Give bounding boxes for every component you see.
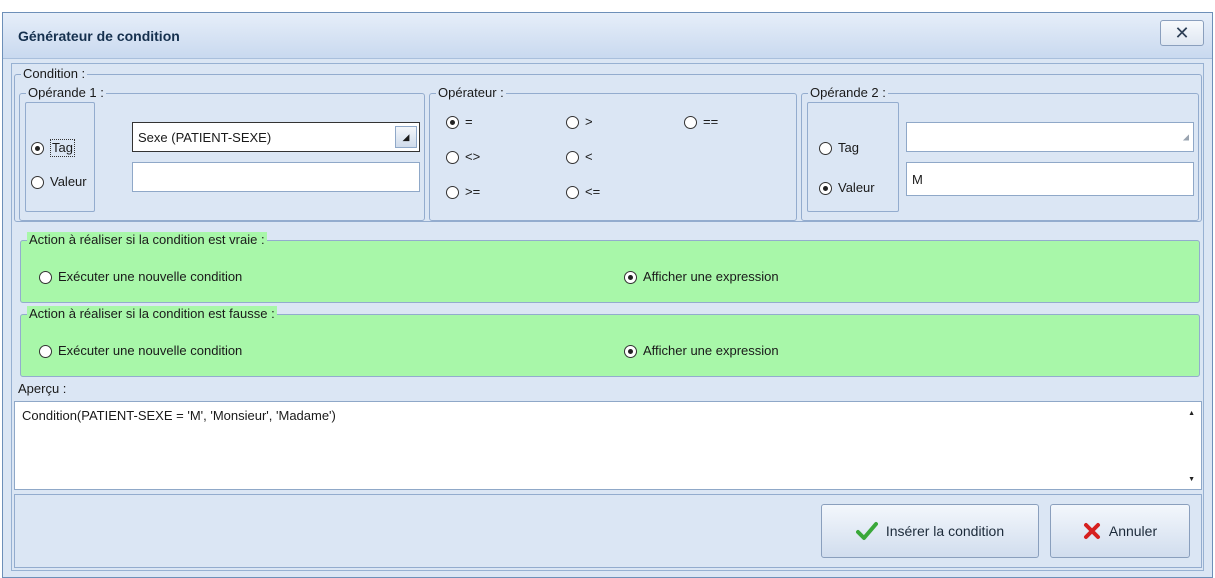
radio-unselected-icon xyxy=(684,115,697,129)
radio-unselected-icon xyxy=(819,141,832,155)
radio-unselected-icon xyxy=(566,185,579,199)
action-false-expression-radio[interactable]: Afficher une expression xyxy=(624,343,779,359)
cancel-x-icon xyxy=(1083,523,1100,539)
scroll-down-icon[interactable]: ▼ xyxy=(1188,476,1195,483)
operator-lt-radio[interactable]: < xyxy=(566,149,593,165)
scroll-up-icon[interactable]: ▲ xyxy=(1188,410,1195,417)
radio-unselected-icon xyxy=(39,344,52,358)
action-false-option1-label: Exécuter une nouvelle condition xyxy=(58,343,243,358)
action-false-group: Action à réaliser si la condition est fa… xyxy=(20,306,1200,377)
operator-le-radio[interactable]: <= xyxy=(566,184,600,200)
dialog-window: Générateur de condition ✕ Condition : Op… xyxy=(2,12,1213,578)
insert-condition-button[interactable]: Insérer la condition xyxy=(821,504,1039,558)
check-icon xyxy=(855,522,878,540)
operand2-group: Opérande 2 : Tag Valeur ◢ M xyxy=(801,85,1199,221)
action-true-new-condition-radio[interactable]: Exécuter une nouvelle condition xyxy=(39,269,242,285)
operand1-tag-label: Tag xyxy=(50,139,75,157)
operator-ge-radio[interactable]: >= xyxy=(446,184,480,200)
radio-unselected-icon xyxy=(566,115,579,129)
preview-text: Condition(PATIENT-SEXE = 'M', 'Monsieur'… xyxy=(22,408,336,423)
button-bar: Insérer la condition Annuler xyxy=(14,494,1202,568)
operator-gt-radio[interactable]: > xyxy=(566,114,593,130)
operator-group: Opérateur : = > == <> < >= <= xyxy=(429,85,797,221)
radio-selected-icon xyxy=(624,270,637,284)
condition-legend: Condition : xyxy=(21,66,88,82)
operand1-value-radio[interactable]: Valeur xyxy=(31,174,87,190)
operand2-value-input[interactable]: M xyxy=(906,162,1194,196)
cancel-button[interactable]: Annuler xyxy=(1050,504,1190,558)
operand2-tag-radio[interactable]: Tag xyxy=(819,140,859,156)
operand2-value-text: M xyxy=(912,171,923,187)
action-true-group: Action à réaliser si la condition est vr… xyxy=(20,232,1200,303)
operator-lt-label: < xyxy=(585,149,593,164)
operator-le-label: <= xyxy=(585,184,601,199)
action-true-option1-label: Exécuter une nouvelle condition xyxy=(58,269,243,284)
dialog-title: Générateur de condition xyxy=(18,28,180,44)
operand2-tag-combo[interactable]: ◢ xyxy=(906,122,1194,152)
operand1-group: Opérande 1 : Tag Valeur Sexe (PATIENT-SE… xyxy=(19,85,425,221)
operator-ge-label: >= xyxy=(465,184,481,199)
operand1-tag-combo[interactable]: Sexe (PATIENT-SEXE) ◢ xyxy=(132,122,420,152)
operand1-legend: Opérande 1 : xyxy=(26,85,106,101)
action-false-option2-label: Afficher une expression xyxy=(643,343,779,358)
dropdown-arrow-icon: ◢ xyxy=(1182,132,1189,142)
cancel-label: Annuler xyxy=(1108,523,1158,539)
action-true-expression-radio[interactable]: Afficher une expression xyxy=(624,269,779,285)
dropdown-arrow-icon: ◢ xyxy=(395,126,417,148)
operator-eqeq-radio[interactable]: == xyxy=(684,114,718,130)
operand2-value-radio[interactable]: Valeur xyxy=(819,180,875,196)
insert-condition-label: Insérer la condition xyxy=(885,523,1005,539)
action-false-legend: Action à réaliser si la condition est fa… xyxy=(27,306,277,322)
radio-unselected-icon xyxy=(31,175,44,189)
operand2-tag-label: Tag xyxy=(838,140,859,155)
title-bar: Générateur de condition ✕ xyxy=(3,13,1212,59)
operand1-radio-column xyxy=(25,102,95,212)
radio-selected-icon xyxy=(31,141,44,155)
operator-eq-radio[interactable]: = xyxy=(446,114,473,130)
radio-unselected-icon xyxy=(446,150,459,164)
operator-legend: Opérateur : xyxy=(436,85,506,101)
operand1-tag-combo-value: Sexe (PATIENT-SEXE) xyxy=(138,129,272,145)
operator-eqeq-label: == xyxy=(703,114,719,129)
dialog-content: Condition : Opérande 1 : Tag Valeur Sexe… xyxy=(11,63,1204,571)
radio-selected-icon xyxy=(819,181,832,195)
radio-unselected-icon xyxy=(39,270,52,284)
action-true-legend: Action à réaliser si la condition est vr… xyxy=(27,232,267,248)
operand1-value-label: Valeur xyxy=(50,174,87,189)
operand1-tag-radio[interactable]: Tag xyxy=(31,139,75,157)
radio-selected-icon xyxy=(446,115,459,129)
operator-ne-label: <> xyxy=(465,149,481,164)
radio-unselected-icon xyxy=(566,150,579,164)
operand2-legend: Opérande 2 : xyxy=(808,85,888,101)
preview-label: Aperçu : xyxy=(18,381,67,396)
operand2-value-label: Valeur xyxy=(838,180,875,195)
close-icon: ✕ xyxy=(1174,22,1190,43)
radio-unselected-icon xyxy=(446,185,459,199)
close-button[interactable]: ✕ xyxy=(1160,20,1204,46)
radio-selected-icon xyxy=(624,344,637,358)
operator-eq-label: = xyxy=(465,114,473,129)
preview-textarea[interactable]: Condition(PATIENT-SEXE = 'M', 'Monsieur'… xyxy=(14,401,1202,490)
operand1-value-input[interactable] xyxy=(132,162,420,192)
operator-gt-label: > xyxy=(585,114,593,129)
action-true-option2-label: Afficher une expression xyxy=(643,269,779,284)
operator-ne-radio[interactable]: <> xyxy=(446,149,480,165)
action-false-new-condition-radio[interactable]: Exécuter une nouvelle condition xyxy=(39,343,242,359)
condition-group: Condition : Opérande 1 : Tag Valeur Sexe… xyxy=(14,66,1202,222)
